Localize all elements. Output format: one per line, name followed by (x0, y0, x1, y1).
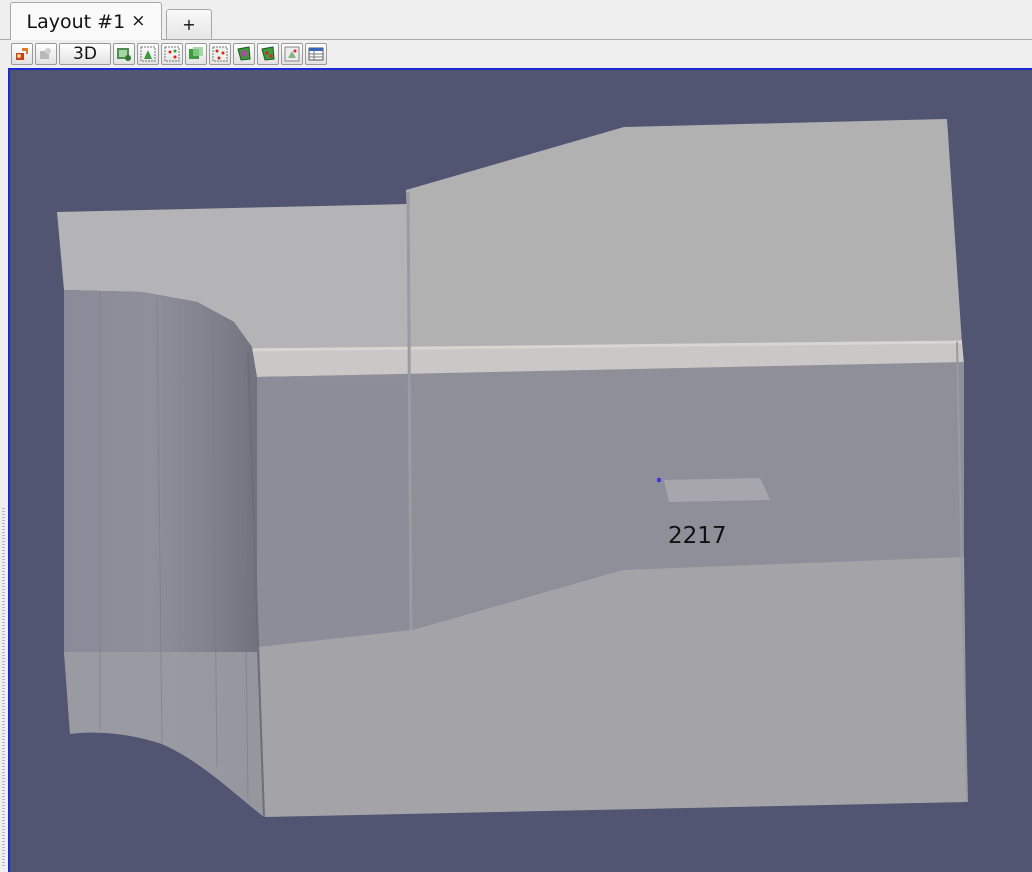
select-points-on-icon (163, 45, 181, 63)
layout-tab-bar: Layout #1 × + (0, 0, 1032, 40)
toggle-3d-button[interactable]: 3D (59, 43, 111, 65)
spreadsheet-view-button[interactable] (305, 43, 327, 65)
close-tab-icon[interactable]: × (131, 13, 145, 30)
interactive-select-icon (283, 45, 301, 63)
render-scene (57, 119, 968, 818)
camera-undo-button[interactable] (35, 43, 57, 65)
tab-layout-1[interactable]: Layout #1 × (10, 2, 162, 40)
capture-screenshot-button[interactable] (113, 43, 135, 65)
select-cells-polygon-button[interactable] (233, 43, 255, 65)
reset-camera-button[interactable] (11, 43, 33, 65)
disabled-camera-icon (37, 45, 55, 63)
reset-camera-icon (13, 45, 31, 63)
splitter-gutter[interactable] (0, 68, 8, 872)
new-layout-tab-button[interactable]: + (166, 9, 212, 39)
paraview-layout: Layout #1 × + 3D 2217 (0, 0, 1032, 872)
point-id-label: 2217 (668, 523, 727, 549)
render-view[interactable]: 2217 (8, 68, 1032, 872)
select-cells-through-icon (187, 45, 205, 63)
tab-layout-1-label: Layout #1 (26, 10, 126, 33)
mesh-back-right-face (406, 119, 962, 347)
interactive-select-button[interactable] (281, 43, 303, 65)
select-cells-on-icon (139, 45, 157, 63)
select-points-polygon-icon (259, 45, 277, 63)
mesh-curved-wall-lower (64, 652, 264, 817)
select-cells-through-button[interactable] (185, 43, 207, 65)
select-points-through-icon (211, 45, 229, 63)
selected-cell (664, 478, 770, 502)
point-marker (657, 478, 661, 482)
select-points-on-button[interactable] (161, 43, 183, 65)
splitter-grip[interactable] (2, 508, 5, 868)
spreadsheet-view-icon (307, 45, 325, 63)
capture-screenshot-icon (115, 45, 133, 63)
select-cells-on-button[interactable] (137, 43, 159, 65)
select-cells-polygon-icon (235, 45, 253, 63)
view-toolbar: 3D (0, 40, 1032, 68)
select-points-through-button[interactable] (209, 43, 231, 65)
mesh-inner-wall (257, 377, 412, 647)
select-points-polygon-button[interactable] (257, 43, 279, 65)
